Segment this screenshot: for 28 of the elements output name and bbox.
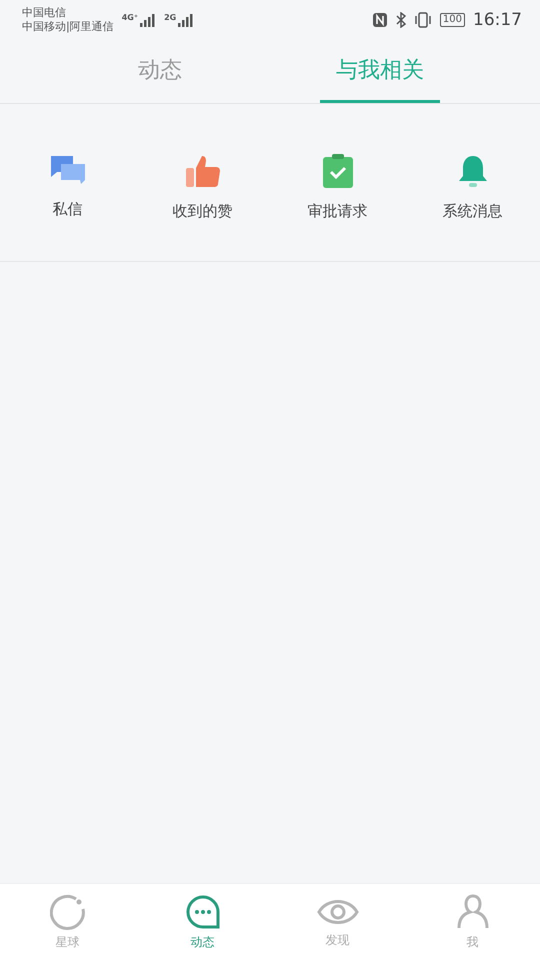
carrier-name: 中国移动|阿里通信	[22, 20, 114, 34]
shortcut-label[interactable]: 审批请求	[308, 202, 368, 221]
nav-item[interactable]: 星球	[0, 884, 135, 960]
clipboard-check-icon	[322, 154, 352, 188]
chat-bubble-icon	[184, 894, 220, 930]
thumbs-up-icon	[184, 154, 220, 188]
nav-item[interactable]: 动态	[135, 884, 270, 960]
vibrate-icon	[414, 12, 432, 28]
shortcut-label[interactable]: 私信	[52, 200, 82, 219]
tab[interactable]: 与我相关	[320, 40, 440, 103]
network-type: 2G	[164, 13, 176, 22]
battery-level: 100	[440, 13, 465, 27]
clock-time: 16:17	[473, 10, 522, 30]
nav-item[interactable]: 发现	[270, 884, 405, 960]
bell-icon	[456, 154, 488, 188]
carrier-name: 中国电信	[22, 6, 67, 20]
person-icon	[456, 894, 488, 930]
chat-bubbles-icon	[48, 154, 86, 186]
shortcut-label[interactable]: 系统消息	[442, 202, 502, 221]
bluetooth-icon	[396, 12, 406, 28]
nav-item[interactable]: 我	[405, 884, 540, 960]
signal-icon	[140, 13, 156, 27]
tab[interactable]: 动态	[100, 40, 220, 103]
shortcut-label[interactable]: 收到的赞	[172, 202, 232, 221]
signal-icon	[178, 13, 194, 27]
nfc-icon	[372, 12, 388, 28]
network-type: 4G⁺	[122, 13, 138, 22]
planet-orbit-icon	[50, 894, 86, 930]
